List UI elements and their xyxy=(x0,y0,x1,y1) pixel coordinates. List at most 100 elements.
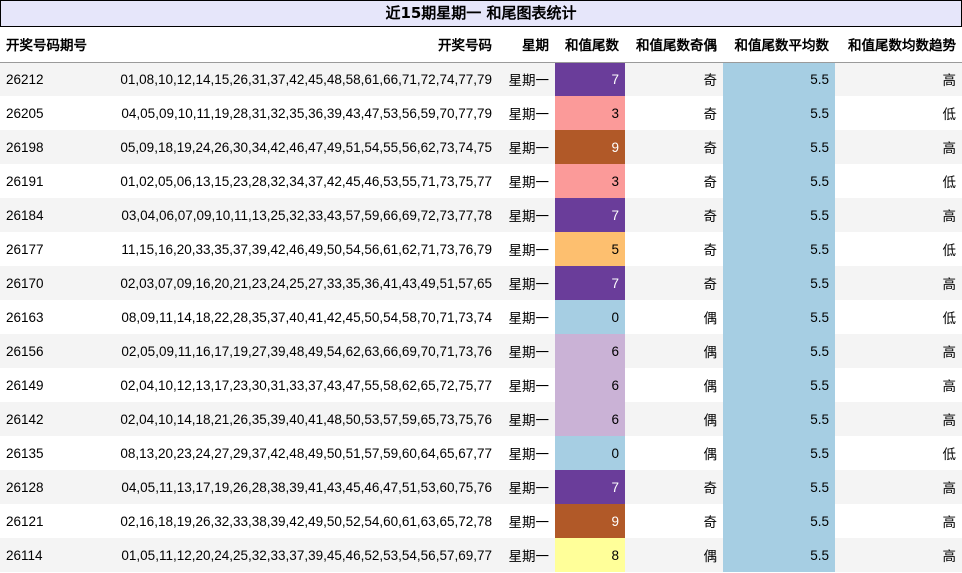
cell-avg: 5.5 xyxy=(723,164,835,198)
cell-weekday: 星期一 xyxy=(498,164,555,198)
cell-weekday: 星期一 xyxy=(498,96,555,130)
cell-numbers: 01,05,11,12,20,24,25,32,33,37,39,45,46,5… xyxy=(100,538,498,572)
cell-period: 26135 xyxy=(0,436,100,470)
cell-numbers: 02,04,10,12,13,17,23,30,31,33,37,43,47,5… xyxy=(100,368,498,402)
cell-weekday: 星期一 xyxy=(498,334,555,368)
cell-numbers: 02,03,07,09,16,20,21,23,24,25,27,33,35,3… xyxy=(100,266,498,300)
column-header-weekday: 星期 xyxy=(498,27,555,63)
cell-avg: 5.5 xyxy=(723,436,835,470)
table-row: 26177 11,15,16,20,33,35,37,39,42,46,49,50… xyxy=(0,232,962,266)
cell-parity: 奇 xyxy=(625,198,723,232)
cell-avg: 5.5 xyxy=(723,198,835,232)
cell-tail: 6 xyxy=(555,402,625,436)
cell-period: 26142 xyxy=(0,402,100,436)
cell-tail: 5 xyxy=(555,232,625,266)
cell-tail: 0 xyxy=(555,436,625,470)
cell-parity: 奇 xyxy=(625,470,723,504)
cell-trend: 高 xyxy=(835,368,962,402)
cell-weekday: 星期一 xyxy=(498,538,555,572)
cell-weekday: 星期一 xyxy=(498,130,555,164)
table-row: 26121 02,16,18,19,26,32,33,38,39,42,49,50… xyxy=(0,504,962,538)
cell-tail: 8 xyxy=(555,538,625,572)
cell-avg: 5.5 xyxy=(723,538,835,572)
cell-period: 26114 xyxy=(0,538,100,572)
cell-parity: 奇 xyxy=(625,232,723,266)
cell-tail: 0 xyxy=(555,300,625,334)
table-row: 26191 01,02,05,06,13,15,23,28,32,34,37,42… xyxy=(0,164,962,198)
cell-tail: 9 xyxy=(555,130,625,164)
cell-weekday: 星期一 xyxy=(498,504,555,538)
cell-avg: 5.5 xyxy=(723,504,835,538)
cell-weekday: 星期一 xyxy=(498,368,555,402)
cell-tail: 9 xyxy=(555,504,625,538)
cell-parity: 奇 xyxy=(625,504,723,538)
cell-weekday: 星期一 xyxy=(498,470,555,504)
table-title: 近15期星期一 和尾图表统计 xyxy=(0,0,962,27)
column-header-parity: 和值尾数奇偶 xyxy=(625,27,723,63)
column-header-avg: 和值尾数平均数 xyxy=(723,27,835,63)
cell-parity: 奇 xyxy=(625,266,723,300)
cell-tail: 7 xyxy=(555,266,625,300)
cell-numbers: 08,13,20,23,24,27,29,37,42,48,49,50,51,5… xyxy=(100,436,498,470)
cell-trend: 低 xyxy=(835,96,962,130)
cell-avg: 5.5 xyxy=(723,368,835,402)
cell-trend: 低 xyxy=(835,164,962,198)
cell-avg: 5.5 xyxy=(723,232,835,266)
cell-avg: 5.5 xyxy=(723,334,835,368)
cell-parity: 奇 xyxy=(625,96,723,130)
cell-trend: 低 xyxy=(835,232,962,266)
cell-weekday: 星期一 xyxy=(498,62,555,96)
cell-period: 26198 xyxy=(0,130,100,164)
cell-period: 26149 xyxy=(0,368,100,402)
table-row: 26198 05,09,18,19,24,26,30,34,42,46,47,49… xyxy=(0,130,962,164)
cell-tail: 3 xyxy=(555,164,625,198)
cell-parity: 偶 xyxy=(625,334,723,368)
cell-parity: 偶 xyxy=(625,300,723,334)
table-row: 26156 02,05,09,11,16,17,19,27,39,48,49,54… xyxy=(0,334,962,368)
cell-trend: 高 xyxy=(835,62,962,96)
cell-numbers: 02,16,18,19,26,32,33,38,39,42,49,50,52,5… xyxy=(100,504,498,538)
cell-numbers: 01,08,10,12,14,15,26,31,37,42,45,48,58,6… xyxy=(100,62,498,96)
cell-avg: 5.5 xyxy=(723,470,835,504)
cell-trend: 高 xyxy=(835,198,962,232)
column-header-numbers: 开奖号码 xyxy=(100,27,498,63)
cell-trend: 高 xyxy=(835,130,962,164)
cell-period: 26156 xyxy=(0,334,100,368)
cell-numbers: 02,04,10,14,18,21,26,35,39,40,41,48,50,5… xyxy=(100,402,498,436)
cell-weekday: 星期一 xyxy=(498,402,555,436)
cell-period: 26163 xyxy=(0,300,100,334)
cell-avg: 5.5 xyxy=(723,96,835,130)
cell-trend: 高 xyxy=(835,334,962,368)
cell-weekday: 星期一 xyxy=(498,300,555,334)
cell-period: 26184 xyxy=(0,198,100,232)
cell-tail: 7 xyxy=(555,470,625,504)
cell-tail: 6 xyxy=(555,334,625,368)
cell-period: 26205 xyxy=(0,96,100,130)
cell-period: 26212 xyxy=(0,62,100,96)
cell-period: 26128 xyxy=(0,470,100,504)
cell-numbers: 08,09,11,14,18,22,28,35,37,40,41,42,45,5… xyxy=(100,300,498,334)
cell-tail: 7 xyxy=(555,62,625,96)
cell-parity: 奇 xyxy=(625,130,723,164)
cell-parity: 奇 xyxy=(625,62,723,96)
cell-numbers: 04,05,09,10,11,19,28,31,32,35,36,39,43,4… xyxy=(100,96,498,130)
column-header-period: 开奖号码期号 xyxy=(0,27,100,63)
column-header-trend: 和值尾数均数趋势 xyxy=(835,27,962,63)
cell-numbers: 04,05,11,13,17,19,26,28,38,39,41,43,45,4… xyxy=(100,470,498,504)
cell-numbers: 03,04,06,07,09,10,11,13,25,32,33,43,57,5… xyxy=(100,198,498,232)
cell-parity: 偶 xyxy=(625,538,723,572)
cell-weekday: 星期一 xyxy=(498,232,555,266)
cell-period: 26177 xyxy=(0,232,100,266)
table-body: 26212 01,08,10,12,14,15,26,31,37,42,45,48… xyxy=(0,62,962,572)
table-row: 26163 08,09,11,14,18,22,28,35,37,40,41,42… xyxy=(0,300,962,334)
table-row: 26184 03,04,06,07,09,10,11,13,25,32,33,43… xyxy=(0,198,962,232)
table-row: 26205 04,05,09,10,11,19,28,31,32,35,36,39… xyxy=(0,96,962,130)
cell-trend: 高 xyxy=(835,538,962,572)
cell-parity: 偶 xyxy=(625,402,723,436)
cell-parity: 偶 xyxy=(625,368,723,402)
cell-trend: 低 xyxy=(835,436,962,470)
cell-weekday: 星期一 xyxy=(498,266,555,300)
cell-parity: 奇 xyxy=(625,164,723,198)
cell-trend: 高 xyxy=(835,266,962,300)
table-row: 26142 02,04,10,14,18,21,26,35,39,40,41,48… xyxy=(0,402,962,436)
